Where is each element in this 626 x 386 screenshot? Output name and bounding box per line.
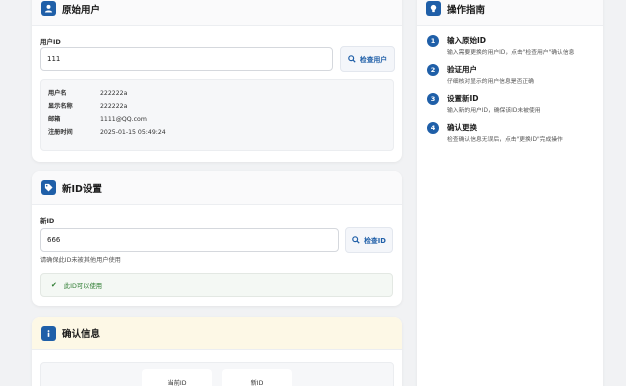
original-user-card: 原始用户 用户ID 111 检查用户 用户名 222222a 显示名称 222222… <box>32 0 402 162</box>
info-row-registered: 注册时间 2025-01-15 05:49:24 <box>48 127 166 136</box>
original-user-header: 原始用户 <box>32 0 402 26</box>
info-key: 邮箱 <box>48 116 61 123</box>
new-id-card: 新ID设置 新ID 666 检查ID 请确保此ID未被其他用户使用 ✔ 此ID可… <box>32 171 402 306</box>
info-value: 222222a <box>100 103 128 110</box>
current-id-label: 当前ID <box>167 380 187 386</box>
step-number: 1 <box>427 35 439 47</box>
info-key: 用户名 <box>48 90 67 97</box>
new-id-title: 新ID设置 <box>62 183 102 195</box>
guide-title: 操作指南 <box>447 4 486 16</box>
step-title: 确认更换 <box>447 123 477 132</box>
info-key: 显示名称 <box>48 103 73 110</box>
user-icon <box>41 1 56 16</box>
check-user-button[interactable]: 检查用户 <box>340 46 395 72</box>
info-value: 1111@QQ.com <box>100 116 147 123</box>
user-id-label: 用户ID <box>40 38 61 46</box>
new-id-header: 新ID设置 <box>32 171 402 205</box>
info-icon <box>41 325 56 341</box>
check-id-button[interactable]: 检查ID <box>345 227 393 253</box>
current-id-box: 当前ID <box>142 369 212 386</box>
tag-icon <box>41 180 56 195</box>
step-desc: 仔细核对显示的用户信息是否正确 <box>447 79 534 85</box>
step-number: 4 <box>427 122 439 134</box>
new-id-input[interactable]: 666 <box>40 228 339 252</box>
info-key: 注册时间 <box>48 129 73 136</box>
step-title: 验证用户 <box>447 65 477 74</box>
step-desc: 检查确认信息无误后，点击"更换ID"完成操作 <box>447 137 563 143</box>
guide-card: 操作指南 1 输入原始ID 输入需要更换的用户ID，点击"检查用户"确认信息 2… <box>417 0 603 386</box>
new-id-hint: 请确保此ID未被其他用户使用 <box>40 257 121 264</box>
original-user-title: 原始用户 <box>62 4 101 16</box>
info-value: 222222a <box>100 90 128 97</box>
step-number: 2 <box>427 64 439 76</box>
search-icon <box>352 236 360 244</box>
search-icon <box>348 55 356 63</box>
guide-header: 操作指南 <box>417 0 603 26</box>
new-id-box: 新ID <box>222 369 292 386</box>
id-available-status: ✔ 此ID可以使用 <box>40 273 393 297</box>
step-desc: 输入新的用户ID，确保该ID未被使用 <box>447 108 541 114</box>
info-value: 2025-01-15 05:49:24 <box>100 129 166 136</box>
info-row-username: 用户名 222222a <box>48 88 127 97</box>
user-id-input[interactable]: 111 <box>40 47 333 71</box>
step-title: 设置新ID <box>447 94 479 103</box>
new-id-label: 新ID <box>40 217 55 225</box>
confirm-card: 确认信息 当前ID 新ID <box>32 317 402 386</box>
step-title: 输入原始ID <box>447 36 487 45</box>
id-available-text: 此ID可以使用 <box>63 282 103 290</box>
confirm-new-id-label: 新ID <box>250 380 264 386</box>
info-row-display-name: 显示名称 222222a <box>48 101 127 110</box>
info-row-email: 邮箱 1111@QQ.com <box>48 114 147 123</box>
confirm-header: 确认信息 <box>32 317 402 350</box>
check-icon: ✔ <box>51 281 57 289</box>
step-desc: 输入需要更换的用户ID，点击"检查用户"确认信息 <box>447 50 575 56</box>
step-number: 3 <box>427 93 439 105</box>
check-id-label: 检查ID <box>364 237 386 245</box>
confirm-title: 确认信息 <box>62 329 101 340</box>
confirm-box <box>40 362 394 386</box>
lightbulb-icon <box>426 1 441 16</box>
user-info-box: 用户名 222222a 显示名称 222222a 邮箱 1111@QQ.com 注册时… <box>40 79 394 151</box>
check-user-label: 检查用户 <box>359 56 388 64</box>
